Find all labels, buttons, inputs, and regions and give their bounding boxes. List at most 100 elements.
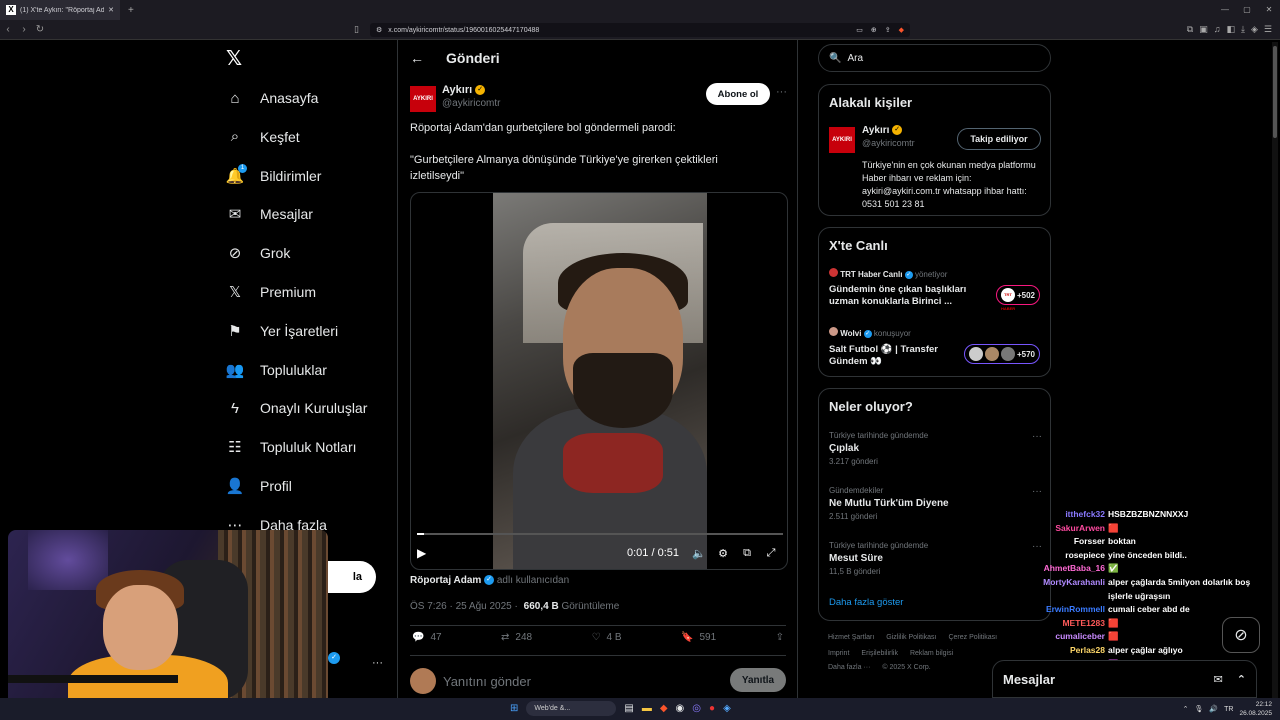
trend-more-icon[interactable]: ··· (1032, 486, 1042, 497)
brave-browser-icon[interactable]: ◆ (660, 703, 668, 714)
video-progress-bar[interactable] (417, 533, 783, 535)
close-tab-icon[interactable]: ✕ (108, 6, 114, 14)
nav-item-bookmarks[interactable]: ⚑ Yer İşaretleri (224, 316, 338, 346)
trend-item[interactable]: Gündemdekiler Ne Mutlu Türk'üm Diyene 2.… (829, 486, 1044, 521)
live-host[interactable]: Wolvi (840, 329, 861, 338)
volume-icon[interactable]: 🔈 (687, 547, 711, 560)
mic-icon[interactable]: 🎙 (1195, 705, 1204, 713)
brave-shield-icon[interactable]: ◆ (899, 26, 904, 34)
live-item-title[interactable]: Salt Futbol ⚽ | Transfer Gündem 👀 (829, 344, 959, 368)
page-scrollbar[interactable] (1272, 42, 1278, 698)
fullscreen-icon[interactable]: ⤢ (759, 547, 783, 560)
account-more-icon[interactable]: ··· (372, 657, 383, 669)
minimize-icon[interactable]: — (1214, 0, 1236, 20)
bookmark-page-icon[interactable]: ▯ (354, 24, 359, 35)
trend-item[interactable]: Türkiye tarihinde gündemde Mesut Süre 11… (829, 541, 1044, 576)
footer-link[interactable]: Imprint (828, 650, 849, 657)
close-window-icon[interactable]: ✕ (1258, 0, 1280, 20)
nav-item-grok[interactable]: ⊘ Grok (224, 238, 291, 268)
nav-item-explore[interactable]: ⌕ Keşfet (224, 122, 300, 152)
footer-link[interactable]: Hizmet Şartları (828, 634, 874, 641)
reply-button[interactable]: 💬 47 (412, 632, 442, 643)
author-name-row[interactable]: Aykırı ✓ (442, 84, 486, 96)
reload-icon[interactable]: ↻ (32, 24, 48, 35)
app-icon[interactable]: ◈ (723, 703, 731, 714)
footer-link[interactable]: Reklam bilgisi (910, 650, 953, 657)
extensions-icon[interactable]: ⧉ (1187, 24, 1193, 35)
nav-item-home[interactable]: ⌂ Anasayfa (224, 83, 318, 113)
bookmark-button[interactable]: 🔖 591 (681, 632, 716, 643)
related-name-row[interactable]: Aykırı ✓ (862, 125, 903, 136)
author-avatar[interactable]: AYKIRI (410, 86, 436, 112)
show-more-link[interactable]: Daha fazla göster (829, 597, 903, 608)
site-info-icon[interactable]: ⚙ (376, 26, 382, 34)
maximize-icon[interactable]: ▢ (1236, 0, 1258, 20)
live-host[interactable]: TRT Haber Canlı (840, 270, 902, 279)
trend-more-icon[interactable]: ··· (1032, 431, 1042, 442)
language-icon[interactable]: TR (1224, 706, 1233, 713)
reply-input[interactable]: Yanıtını gönder (443, 674, 531, 689)
tray-chevron-icon[interactable]: ⌃ (1183, 705, 1189, 713)
search-input[interactable]: 🔍 Ara (818, 44, 1051, 72)
live-item-title[interactable]: Gündemin öne çıkan başlıkları uzman konu… (829, 284, 979, 308)
url-field[interactable]: ⚙ x.com/aykiricomtr/status/1960016025447… (370, 23, 910, 37)
new-tab-button[interactable]: + (128, 5, 134, 16)
taskbar-search[interactable]: Web'de &... (526, 701, 617, 716)
x-logo-icon[interactable]: 𝕏 (226, 46, 242, 71)
vpn-icon[interactable]: ◈ (1251, 24, 1258, 35)
playlist-icon[interactable]: ♫ (1214, 24, 1221, 35)
nav-item-notifications[interactable]: 🔔 1 Bildirimler (224, 161, 321, 191)
scrollbar-thumb[interactable] (1273, 46, 1277, 138)
back-nav-icon[interactable]: ‹ (0, 24, 16, 35)
download-icon[interactable]: ⤓ (1241, 24, 1245, 35)
menu-icon[interactable]: ☰ (1264, 24, 1272, 35)
repost-button[interactable]: ⇄ 248 (501, 632, 532, 643)
app-icon[interactable]: ● (709, 703, 715, 714)
windows-start-icon[interactable]: ⊞ (510, 703, 518, 714)
browser-tab[interactable]: X (1) X'te Aykırı: "Röportaj Adam'd... ✕ (0, 0, 120, 20)
video-player[interactable]: ▶ 0:01 / 0:51 🔈 ⚙ ⧉ ⤢ (410, 192, 788, 570)
live-listeners-badge[interactable]: +570 (963, 344, 1040, 364)
post-timestamp[interactable]: ÖS 7:26 · 25 Ağu 2025 · (410, 601, 518, 612)
chevron-up-icon[interactable]: ⌃ (1237, 673, 1246, 686)
trend-item[interactable]: Türkiye tarihinde gündemde Çıplak 3.217 … (829, 431, 1044, 466)
widgets-icon[interactable]: ▤ (624, 703, 633, 714)
nav-item-messages[interactable]: ✉ Mesajlar (224, 199, 313, 229)
footer-link[interactable]: Çerez Politikası (948, 634, 997, 641)
nav-item-profile[interactable]: 👤 Profil (224, 471, 292, 501)
subscribe-button[interactable]: Abone ol (706, 83, 770, 105)
nav-item-premium[interactable]: 𝕏 Premium (224, 277, 316, 307)
like-button[interactable]: ♡ 4 B (592, 632, 622, 643)
following-button[interactable]: Takip ediliyor (957, 128, 1041, 150)
footer-link[interactable]: Gizlilik Politikası (886, 634, 936, 641)
play-icon[interactable]: ▶ (417, 546, 437, 560)
nav-item-communities[interactable]: 👥 Topluluklar (224, 355, 327, 385)
settings-gear-icon[interactable]: ⚙ (711, 547, 735, 560)
back-arrow-icon[interactable]: ← (410, 50, 424, 66)
share-button[interactable]: ⇪ (776, 632, 784, 643)
live-listeners-badge[interactable]: TRT HABER +502 (995, 285, 1040, 311)
forward-nav-icon[interactable]: › (16, 24, 32, 35)
pip-icon[interactable]: ⧉ (735, 547, 759, 560)
reply-submit-button[interactable]: Yanıtla (730, 668, 786, 692)
sidebar-icon[interactable]: ◧ (1227, 24, 1236, 35)
discord-icon[interactable]: ◎ (692, 703, 701, 714)
steam-icon[interactable]: ◉ (676, 703, 685, 714)
grok-floating-icon[interactable]: ⊘ (1222, 617, 1260, 653)
more-options-icon[interactable]: ··· (776, 86, 787, 98)
nav-item-verified_orgs[interactable]: ϟ Onaylı Kuruluşlar (224, 393, 367, 423)
footer-link[interactable]: Erişilebilirlik (861, 650, 898, 657)
reader-icon[interactable]: ▭ (856, 26, 863, 34)
wallet-icon[interactable]: ▣ (1199, 24, 1208, 35)
speaker-icon[interactable]: 🔊 (1209, 705, 1218, 713)
author-handle[interactable]: @aykiricomtr (442, 98, 501, 109)
zoom-icon[interactable]: ⊕ (871, 26, 877, 34)
share-icon[interactable]: ⇪ (885, 26, 891, 34)
clock[interactable]: 22:12 26.08.2025 (1239, 700, 1272, 718)
new-message-icon[interactable]: ✉ (1214, 673, 1223, 686)
footer-link[interactable]: Daha fazla ··· (828, 664, 870, 671)
nav-item-community_notes[interactable]: ☷ Topluluk Notları (224, 432, 356, 462)
attribution-name[interactable]: Röportaj Adam (410, 575, 481, 586)
messages-drawer[interactable]: Mesajlar ✉ ⌃ (992, 660, 1257, 698)
file-explorer-icon[interactable]: ▬ (642, 703, 652, 714)
